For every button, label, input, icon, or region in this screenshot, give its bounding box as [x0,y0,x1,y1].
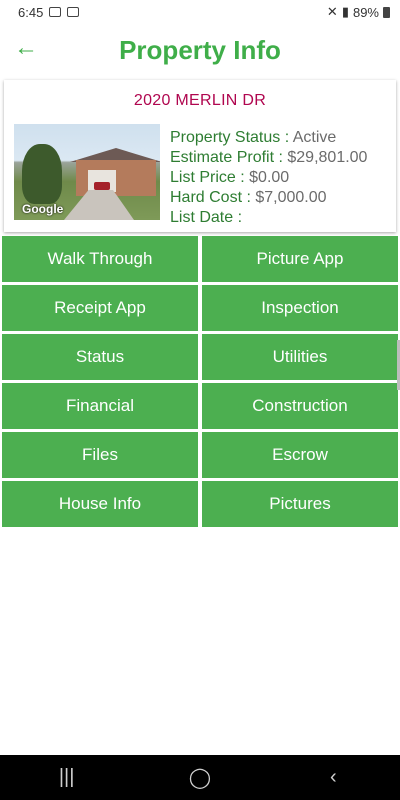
status-button[interactable]: Status [2,334,198,380]
status-left: 6:45 [18,4,80,20]
receipt-app-button[interactable]: Receipt App [2,285,198,331]
detail-row-list-price: List Price : $0.00 [170,169,290,186]
app-header: ← Property Info [0,24,400,76]
status-right: ✕ ▮ 89% [327,4,390,20]
construction-button[interactable]: Construction [202,383,398,429]
arrow-left-icon[interactable]: ← [14,36,38,60]
status-bar: 6:45 ✕ ▮ 89% [0,0,400,24]
pictures-button[interactable]: Pictures [202,481,398,527]
status-time: 6:45 [18,4,44,20]
detail-row-hard-cost: Hard Cost : $7,000.00 [170,189,327,206]
battery-icon [383,6,390,18]
detail-row-list-date: List Date : [170,209,243,226]
house-info-button[interactable]: House Info [2,481,198,527]
picture-app-button[interactable]: Picture App [202,236,398,282]
utilities-button[interactable]: Utilities [202,334,398,380]
escrow-button[interactable]: Escrow [202,432,398,478]
mute-icon: ✕ [326,4,338,19]
inspection-button[interactable]: Inspection [202,285,398,331]
property-photo[interactable]: Google [14,124,160,220]
google-logo: Google [22,202,64,216]
notification-icon [67,7,80,17]
page-title: Property Info [119,34,281,65]
property-card: 2020 MERLIN DR Google Property Status : … [4,80,396,232]
detail-row-status: Property Status : Active [170,129,337,146]
system-nav-bar: ||| ◯ ‹ [0,755,400,800]
financial-button[interactable]: Financial [2,383,198,429]
back-icon[interactable]: ‹ [303,766,363,789]
tree-shape [22,144,62,204]
property-details: Property Status : Active Estimate Profit… [170,128,367,228]
gmail-icon [49,7,62,17]
battery-percent: 89% [352,4,379,20]
walk-through-button[interactable]: Walk Through [2,236,198,282]
detail-row-profit: Estimate Profit : $29,801.00 [170,149,368,166]
recents-icon[interactable]: ||| [37,766,97,789]
action-grid: Walk Through Picture App Receipt App Ins… [2,236,398,527]
home-icon[interactable]: ◯ [170,765,230,790]
property-address: 2020 MERLIN DR [133,92,267,109]
car-shape [94,182,110,190]
signal-icon: ▮ [341,4,349,19]
files-button[interactable]: Files [2,432,198,478]
